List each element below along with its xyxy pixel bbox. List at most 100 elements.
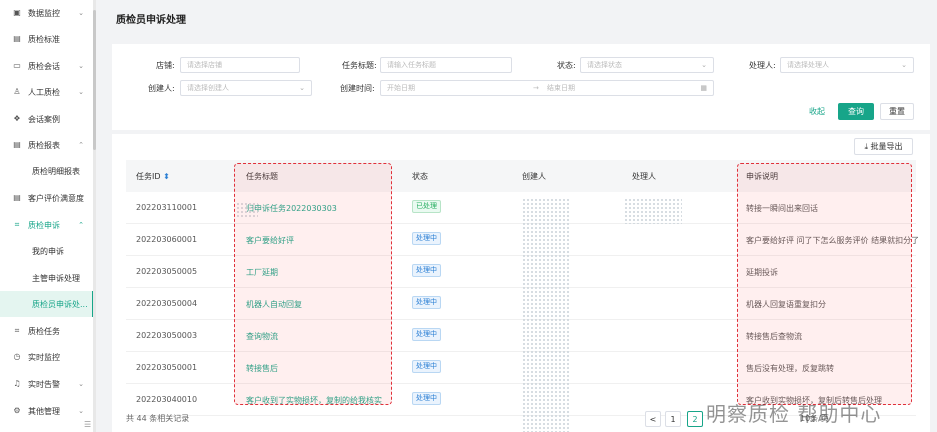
handler-select[interactable]: 请选择处理人 ⌄ (780, 57, 914, 73)
status-badge: 处理中 (412, 232, 441, 245)
status-label: 状态: (557, 61, 576, 70)
chevron-down-icon: ⌄ (701, 61, 707, 69)
sidebar-scrollbar[interactable] (93, 0, 96, 432)
creator-label: 创建人: (148, 84, 175, 93)
sidebar-item-label: 我的申诉 (32, 246, 64, 256)
clock-icon: ◷ (13, 352, 21, 361)
sidebar-item-10[interactable]: 主管申诉处理 (0, 265, 94, 291)
sidebar-item-label: 人工质检 (28, 87, 60, 97)
chevron-icon: ⌄ (78, 88, 84, 96)
gear-icon: ⚙ (13, 406, 21, 415)
sidebar-item-label: 质检申诉 (28, 220, 60, 230)
sidebar-item-7[interactable]: ▤ 客户评价满意度 (0, 185, 94, 211)
reset-button[interactable]: 重置 (880, 103, 914, 120)
handler-label: 处理人: (749, 61, 776, 70)
cell-task-id: 202203050003 (136, 331, 198, 340)
status-badge: 处理中 (412, 392, 441, 405)
sidebar-item-8[interactable]: ⌗ 质检申诉 ⌃ (0, 212, 94, 238)
sidebar-item-label: 质检明细报表 (32, 166, 80, 176)
search-button[interactable]: 查询 (838, 103, 874, 120)
total-count: 共 44 条相关记录 (126, 414, 190, 423)
created-time-range[interactable]: 开始日期 → 结束日期 ▦ (380, 80, 714, 96)
batch-export-button[interactable]: ⤓ 批量导出 (854, 138, 913, 155)
th-handler: 处理人 (632, 172, 656, 181)
cell-task-id: 202203110001 (136, 203, 198, 212)
doc-icon: ▤ (13, 34, 21, 43)
status-badge: 已处理 (412, 200, 441, 213)
calendar-icon: ▦ (700, 84, 707, 92)
status-select[interactable]: 请选择状态 ⌄ (580, 57, 714, 73)
creator-select[interactable]: 请选择创建人 ⌄ (180, 80, 312, 96)
sidebar-item-label: 实时监控 (28, 352, 60, 362)
sidebar-item-label: 实时告警 (28, 379, 60, 389)
page-title: 质检员申诉处理 (116, 15, 186, 26)
title-column-highlight (234, 163, 392, 405)
appeal-icon: ⌗ (14, 220, 20, 229)
watermark: 明察质检 帮助中心 (706, 402, 882, 426)
person-icon: ♙ (13, 87, 21, 96)
report-icon: ▤ (13, 140, 21, 149)
filter-panel: 店铺: 请选择店铺 任务标题: 请输入任务标题 状态: 请选择状态 ⌄ 处理人: … (112, 44, 930, 130)
sidebar-item-3[interactable]: ♙ 人工质检 ⌄ (0, 79, 94, 105)
page-2-button[interactable]: 2 (687, 411, 703, 427)
chevron-icon: ⌃ (78, 221, 84, 229)
sidebar-item-6[interactable]: 质检明细报表 (0, 158, 94, 184)
th-creator: 创建人 (522, 172, 546, 181)
sort-icon: ⬍ (163, 172, 170, 181)
sidebar-item-label: 质检报表 (28, 140, 60, 150)
store-label: 店铺: (156, 61, 175, 70)
sidebar-item-14[interactable]: ♫ 实时告警 ⌄ (0, 371, 94, 397)
sidebar-item-5[interactable]: ▤ 质检报表 ⌃ (0, 132, 94, 158)
sidebar: ▣ 数据监控 ⌄ ▤ 质检标准 ▭ 质检会话 ⌄ ♙ 人工质检 ⌄ ❖ 会话案例 ▤ 质检报表 ⌃ 质检明细报表… (0, 0, 96, 432)
sidebar-item-label: 质检标准 (28, 34, 60, 44)
collapse-button[interactable]: 收起 (802, 103, 832, 120)
cell-task-id: 202203050001 (136, 363, 198, 372)
sidebar-item-15[interactable]: ⚙ 其他管理 ⌄ (0, 398, 94, 424)
chevron-icon: ⌄ (78, 380, 84, 388)
chevron-down-icon: ⌄ (299, 84, 305, 92)
created-time-label: 创建时间: (340, 84, 375, 93)
store-select[interactable]: 请选择店铺 (180, 57, 300, 73)
bell-icon: ♫ (13, 379, 21, 388)
cell-task-id: 202203040010 (136, 395, 198, 404)
th-status: 状态 (412, 172, 428, 181)
task-title-label: 任务标题: (342, 61, 377, 70)
cell-task-id: 202203050004 (136, 299, 198, 308)
sidebar-item-2[interactable]: ▭ 质检会话 ⌄ (0, 53, 94, 79)
sidebar-item-9[interactable]: 我的申诉 (0, 238, 94, 264)
handler-cell-redacted (624, 198, 682, 224)
sidebar-item-label: 其他管理 (28, 406, 60, 416)
status-badge: 处理中 (412, 264, 441, 277)
sidebar-item-label: 会话案例 (28, 114, 60, 124)
sidebar-item-label: 质检会话 (28, 61, 60, 71)
th-id[interactable]: 任务ID ⬍ (136, 171, 170, 182)
sidebar-item-1[interactable]: ▤ 质检标准 (0, 26, 94, 52)
chevron-icon: ⌄ (78, 9, 84, 17)
sidebar-item-label: 客户评价满意度 (28, 193, 84, 203)
sidebar-item-label: 质检员申诉处... (32, 299, 88, 309)
creator-column-redacted (522, 198, 570, 432)
sidebar-item-label: 质检任务 (28, 326, 60, 336)
cell-task-id: 202203060001 (136, 235, 198, 244)
dashboard-icon: ▣ (13, 8, 21, 17)
cell-task-id: 202203050005 (136, 267, 198, 276)
chevron-down-icon: ⌄ (901, 61, 907, 69)
desc-column-highlight (737, 163, 912, 405)
collapse-menu-icon[interactable]: ☰ (84, 420, 91, 429)
case-icon: ❖ (13, 114, 21, 123)
sidebar-item-12[interactable]: ⌗ 质检任务 (0, 318, 94, 344)
sidebar-item-13[interactable]: ◷ 实时监控 (0, 344, 94, 370)
chevron-icon: ⌄ (78, 407, 84, 415)
sidebar-item-11[interactable]: 质检员申诉处... (0, 291, 94, 317)
sidebar-item-0[interactable]: ▣ 数据监控 ⌄ (0, 0, 94, 26)
rating-icon: ▤ (13, 193, 21, 202)
sidebar-item-label: 主管申诉处理 (32, 273, 80, 283)
page-1-button[interactable]: 1 (665, 411, 681, 427)
prev-page-button[interactable]: < (645, 411, 661, 427)
task-title-input[interactable]: 请输入任务标题 (380, 57, 512, 73)
status-badge: 处理中 (412, 360, 441, 373)
sidebar-item-label: 数据监控 (28, 8, 60, 18)
chat-icon: ▭ (13, 61, 21, 70)
status-badge: 处理中 (412, 328, 441, 341)
sidebar-item-4[interactable]: ❖ 会话案例 (0, 106, 94, 132)
